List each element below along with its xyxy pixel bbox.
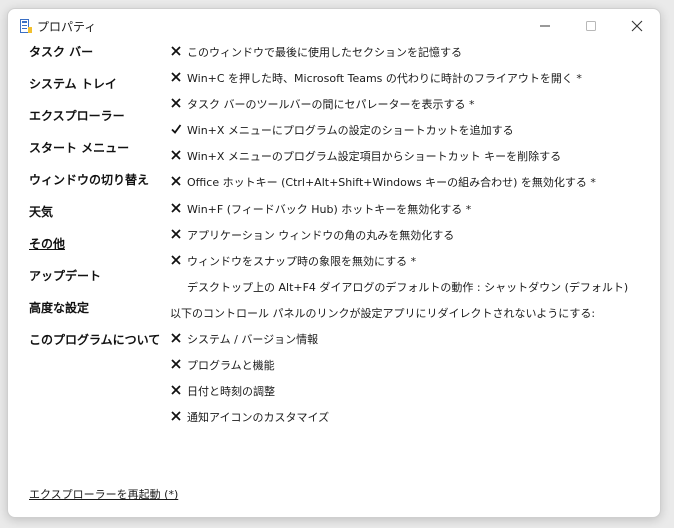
nav-item-update[interactable]: アップデート [29, 268, 169, 300]
setting-win-c-clock-flyout[interactable]: Win+C を押した時、Microsoft Teams の代わりに時計のフライア… [170, 68, 650, 94]
setting-label: タスク バーのツールバーの間にセパレーターを表示する * [187, 98, 475, 112]
cross-icon [171, 202, 181, 213]
setting-label: 日付と時刻の調整 [187, 385, 275, 399]
control-panel-redirect-heading: 以下のコントロール パネルのリンクが設定アプリにリダイレクトされないようにする: [170, 303, 650, 329]
maximize-icon [586, 21, 596, 31]
nav-item-window-switcher[interactable]: ウィンドウの切り替え [29, 172, 169, 204]
title-bar[interactable]: プロパティ [8, 9, 660, 43]
setting-disable-snap-quadrants[interactable]: ウィンドウをスナップ時の象限を無効にする * [170, 251, 650, 277]
cross-icon [171, 411, 181, 421]
alt-f4-action-selector[interactable]: デスクトップ上の Alt+F4 ダイアログのデフォルトの動作 : シャットダウン… [187, 279, 628, 295]
setting-toolbar-separators[interactable]: タスク バーのツールバーの間にセパレーターを表示する * [170, 94, 650, 120]
cross-icon [171, 229, 181, 239]
setting-winx-add-shortcut[interactable]: Win+X メニューにプログラムの設定のショートカットを追加する [170, 120, 650, 146]
setting-label: Win+F (フィードバック Hub) ホットキーを無効化する * [187, 202, 472, 216]
nav-item-system-tray[interactable]: システム トレイ [29, 76, 169, 108]
close-icon [631, 20, 643, 32]
setting-redirect-programs[interactable]: プログラムと機能 [170, 355, 650, 381]
setting-label: プログラムと機能 [187, 359, 275, 373]
setting-label: Win+C を押した時、Microsoft Teams の代わりに時計のフライア… [187, 72, 582, 86]
cross-icon [171, 176, 181, 187]
cross-icon [171, 46, 181, 56]
nav-item-start-menu[interactable]: スタート メニュー [29, 140, 169, 172]
maximize-button[interactable] [568, 9, 614, 43]
setting-alt-f4-default-action[interactable]: デスクトップ上の Alt+F4 ダイアログのデフォルトの動作 : シャットダウン… [170, 277, 650, 303]
setting-label: ウィンドウをスナップ時の象限を無効にする * [187, 254, 417, 268]
nav-item-about[interactable]: このプログラムについて [29, 332, 169, 364]
setting-disable-rounded-corners[interactable]: アプリケーション ウィンドウの角の丸みを無効化する [170, 225, 650, 251]
nav-item-explorer[interactable]: エクスプローラー [29, 108, 169, 140]
minimize-button[interactable] [522, 9, 568, 43]
setting-remember-section[interactable]: このウィンドウで最後に使用したセクションを記憶する [170, 42, 650, 68]
setting-disable-win-f[interactable]: Win+F (フィードバック Hub) ホットキーを無効化する * [170, 199, 650, 225]
setting-label: 通知アイコンのカスタマイズ [187, 411, 330, 425]
minimize-icon [540, 25, 550, 27]
cross-icon [171, 359, 181, 369]
app-icon [20, 19, 32, 33]
setting-heading: 以下のコントロール パネルのリンクが設定アプリにリダイレクトされないようにする: [170, 306, 596, 320]
cross-icon [171, 385, 181, 395]
setting-label: Win+X メニューにプログラムの設定のショートカットを追加する [187, 124, 514, 138]
setting-winx-remove-hotkey[interactable]: Win+X メニューのプログラム設定項目からショートカット キーを削除する [170, 146, 650, 172]
setting-disable-office-hotkeys[interactable]: Office ホットキー (Ctrl+Alt+Shift+Windows キーの… [170, 172, 650, 198]
cross-icon [171, 150, 181, 161]
setting-label: システム / バージョン情報 [187, 333, 319, 347]
setting-redirect-notification-icons[interactable]: 通知アイコンのカスタマイズ [170, 407, 650, 433]
setting-redirect-date-time[interactable]: 日付と時刻の調整 [170, 381, 650, 407]
close-button[interactable] [614, 9, 660, 43]
section-nav: タスク バー システム トレイ エクスプローラー スタート メニュー ウィンドウ… [29, 44, 169, 364]
cross-icon [171, 72, 181, 82]
window-title: プロパティ [37, 20, 97, 34]
setting-label: Win+X メニューのプログラム設定項目からショートカット キーを削除する [187, 150, 562, 164]
cross-icon [171, 333, 181, 343]
settings-panel: このウィンドウで最後に使用したセクションを記憶する Win+C を押した時、Mi… [170, 42, 650, 433]
nav-item-advanced[interactable]: 高度な設定 [29, 300, 169, 332]
setting-redirect-system-info[interactable]: システム / バージョン情報 [170, 329, 650, 355]
setting-label: Office ホットキー (Ctrl+Alt+Shift+Windows キーの… [187, 176, 596, 190]
nav-item-weather[interactable]: 天気 [29, 204, 169, 236]
setting-label: このウィンドウで最後に使用したセクションを記憶する [187, 46, 462, 59]
cross-icon [171, 255, 181, 265]
properties-window: プロパティ タスク バー システム トレイ エクスプローラー スタート メニュー… [7, 8, 661, 518]
check-icon [171, 124, 182, 135]
setting-label: アプリケーション ウィンドウの角の丸みを無効化する [187, 228, 455, 242]
nav-item-taskbar[interactable]: タスク バー [29, 44, 169, 76]
restart-explorer-link[interactable]: エクスプローラーを再起動 (*) [29, 486, 178, 502]
nav-item-other[interactable]: その他 [29, 236, 169, 268]
cross-icon [171, 98, 181, 108]
